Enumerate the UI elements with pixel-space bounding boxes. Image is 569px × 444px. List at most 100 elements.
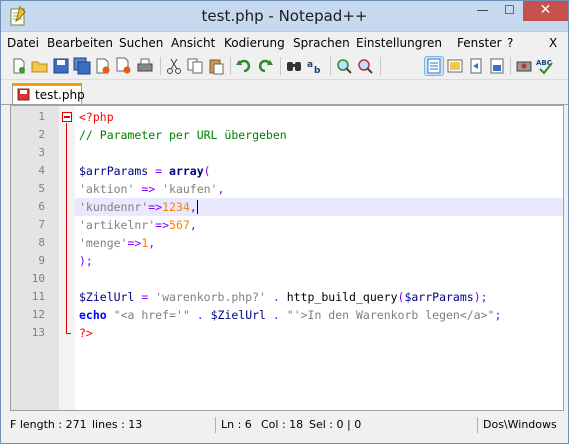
status-selection: Sel : 0 | 0 bbox=[309, 418, 362, 431]
save-all-icon[interactable] bbox=[73, 57, 91, 75]
code-token: => bbox=[155, 218, 170, 232]
toolbar-separator bbox=[230, 57, 231, 75]
code-token: 'menge' bbox=[79, 236, 128, 250]
menu-datei[interactable]: Datei bbox=[7, 36, 39, 50]
code-token: ?> bbox=[79, 326, 93, 340]
code-token: = bbox=[148, 164, 170, 178]
code-token: 'kaufen' bbox=[162, 182, 218, 196]
menu-suchen[interactable]: Suchen bbox=[119, 36, 163, 50]
line-number: 4 bbox=[38, 164, 45, 177]
find-icon[interactable] bbox=[285, 57, 303, 75]
code-line[interactable]: 'artikelnr'=>567, bbox=[75, 216, 563, 234]
code-line[interactable]: 'kundennr'=>1234, bbox=[75, 198, 563, 216]
macro-record-icon[interactable] bbox=[515, 57, 533, 75]
close-file-icon[interactable] bbox=[94, 57, 112, 75]
status-column: Col : 18 bbox=[261, 418, 304, 431]
code-line[interactable] bbox=[75, 144, 563, 162]
save-icon[interactable] bbox=[52, 57, 70, 75]
toolbar-separator bbox=[280, 57, 281, 75]
replace-icon[interactable]: ab bbox=[306, 57, 324, 75]
line-number: 5 bbox=[38, 182, 45, 195]
menu-help[interactable]: ? bbox=[507, 36, 513, 50]
zoom-out-icon[interactable] bbox=[356, 57, 374, 75]
menu-bearbeiten[interactable]: Bearbeiten bbox=[47, 36, 113, 50]
code-token: "<a href='" bbox=[113, 308, 190, 322]
cut-icon[interactable] bbox=[165, 57, 183, 75]
code-token: , bbox=[189, 200, 197, 214]
maximize-button[interactable]: ☐ bbox=[496, 1, 523, 21]
code-token: . bbox=[189, 308, 211, 322]
code-line[interactable]: ); bbox=[75, 252, 563, 270]
undo-icon[interactable] bbox=[235, 57, 253, 75]
code-line[interactable]: $ZielUrl = 'warenkorb.php?' . http_build… bbox=[75, 288, 563, 306]
toolbar-separator bbox=[380, 57, 381, 75]
code-token: => bbox=[134, 182, 163, 196]
svg-text:b: b bbox=[314, 66, 321, 75]
close-all-icon[interactable] bbox=[115, 57, 133, 75]
menu-fenster[interactable]: Fenster bbox=[457, 36, 502, 50]
line-number: 2 bbox=[38, 128, 45, 141]
code-token: 'aktion' bbox=[79, 182, 135, 196]
menu-kodierung[interactable]: Kodierung bbox=[224, 36, 285, 50]
menu-sprachen[interactable]: Sprachen bbox=[293, 36, 350, 50]
code-line[interactable]: // Parameter per URL übergeben bbox=[75, 126, 563, 144]
code-editor[interactable]: 1 2 3 4 5 6 7 8 9 10 11 12 13 <?php// Parameter per … bbox=[10, 105, 564, 411]
code-token: . bbox=[265, 308, 287, 322]
code-line[interactable]: ?> bbox=[75, 324, 563, 342]
code-line[interactable]: $arrParams = array( bbox=[75, 162, 563, 180]
text-caret bbox=[196, 200, 198, 214]
notepadpp-window: test.php - Notepad++ — ☐ ✕ Datei Bearbei… bbox=[0, 0, 569, 444]
tab-label: test.php bbox=[35, 88, 85, 102]
open-folder-icon[interactable] bbox=[31, 57, 49, 75]
code-line[interactable] bbox=[75, 270, 563, 288]
code-token: 'kundennr' bbox=[79, 200, 149, 214]
spell-check-icon[interactable]: ABC bbox=[536, 57, 554, 75]
redo-icon[interactable] bbox=[256, 57, 274, 75]
menu-close-doc[interactable]: X bbox=[549, 36, 557, 50]
code-area[interactable]: <?php // Parameter per URL übergeben $arrP… bbox=[75, 106, 563, 410]
code-token: http_build_query bbox=[286, 290, 398, 304]
menu-einstellungen[interactable]: Einstellungren bbox=[356, 36, 442, 50]
line-number: 12 bbox=[31, 308, 45, 321]
code-token: ); bbox=[79, 254, 93, 268]
status-divider bbox=[215, 417, 216, 433]
close-button[interactable]: ✕ bbox=[523, 1, 568, 21]
doc-map-icon[interactable] bbox=[488, 57, 506, 75]
toolbar-separator bbox=[510, 57, 511, 75]
tab-test-php[interactable]: test.php bbox=[12, 83, 85, 105]
fold-margin[interactable] bbox=[59, 106, 75, 410]
code-token: , bbox=[148, 236, 156, 250]
print-icon[interactable] bbox=[136, 57, 154, 75]
line-number: 10 bbox=[31, 272, 45, 285]
code-token: 'artikelnr' bbox=[79, 218, 156, 232]
line-number: 7 bbox=[38, 218, 45, 231]
minimize-button[interactable]: — bbox=[469, 1, 496, 21]
code-line[interactable]: 'aktion' => 'kaufen', bbox=[75, 180, 563, 198]
word-wrap-icon[interactable] bbox=[424, 56, 444, 76]
code-line[interactable]: echo "<a href='" . $ZielUrl . "'>In den … bbox=[75, 306, 563, 324]
tab-bar: test.php bbox=[1, 81, 568, 105]
line-number: 11 bbox=[31, 290, 45, 303]
unsaved-file-icon bbox=[17, 88, 30, 101]
menu-ansicht[interactable]: Ansicht bbox=[171, 36, 215, 50]
paste-icon[interactable] bbox=[207, 57, 225, 75]
line-number: 8 bbox=[38, 236, 45, 249]
status-eol-format[interactable]: Dos\Windows bbox=[480, 414, 557, 436]
new-file-icon[interactable] bbox=[10, 57, 28, 75]
line-number: 9 bbox=[38, 254, 45, 267]
indent-guide-icon[interactable] bbox=[467, 57, 485, 75]
title-bar[interactable]: test.php - Notepad++ — ☐ ✕ bbox=[1, 1, 568, 32]
code-token: ; bbox=[494, 308, 502, 322]
status-line: Ln : 6 bbox=[221, 418, 252, 431]
fold-collapse-icon[interactable] bbox=[62, 112, 72, 122]
line-number: 13 bbox=[31, 326, 45, 339]
copy-icon[interactable] bbox=[186, 57, 204, 75]
code-line[interactable]: 'menge'=>1, bbox=[75, 234, 563, 252]
code-token: , bbox=[189, 218, 197, 232]
code-token: 'warenkorb.php?' bbox=[155, 290, 266, 304]
code-line[interactable]: <?php bbox=[75, 108, 563, 126]
status-divider bbox=[477, 417, 478, 433]
show-all-chars-icon[interactable] bbox=[446, 57, 464, 75]
code-token: ( bbox=[203, 164, 211, 178]
zoom-in-icon[interactable] bbox=[335, 57, 353, 75]
